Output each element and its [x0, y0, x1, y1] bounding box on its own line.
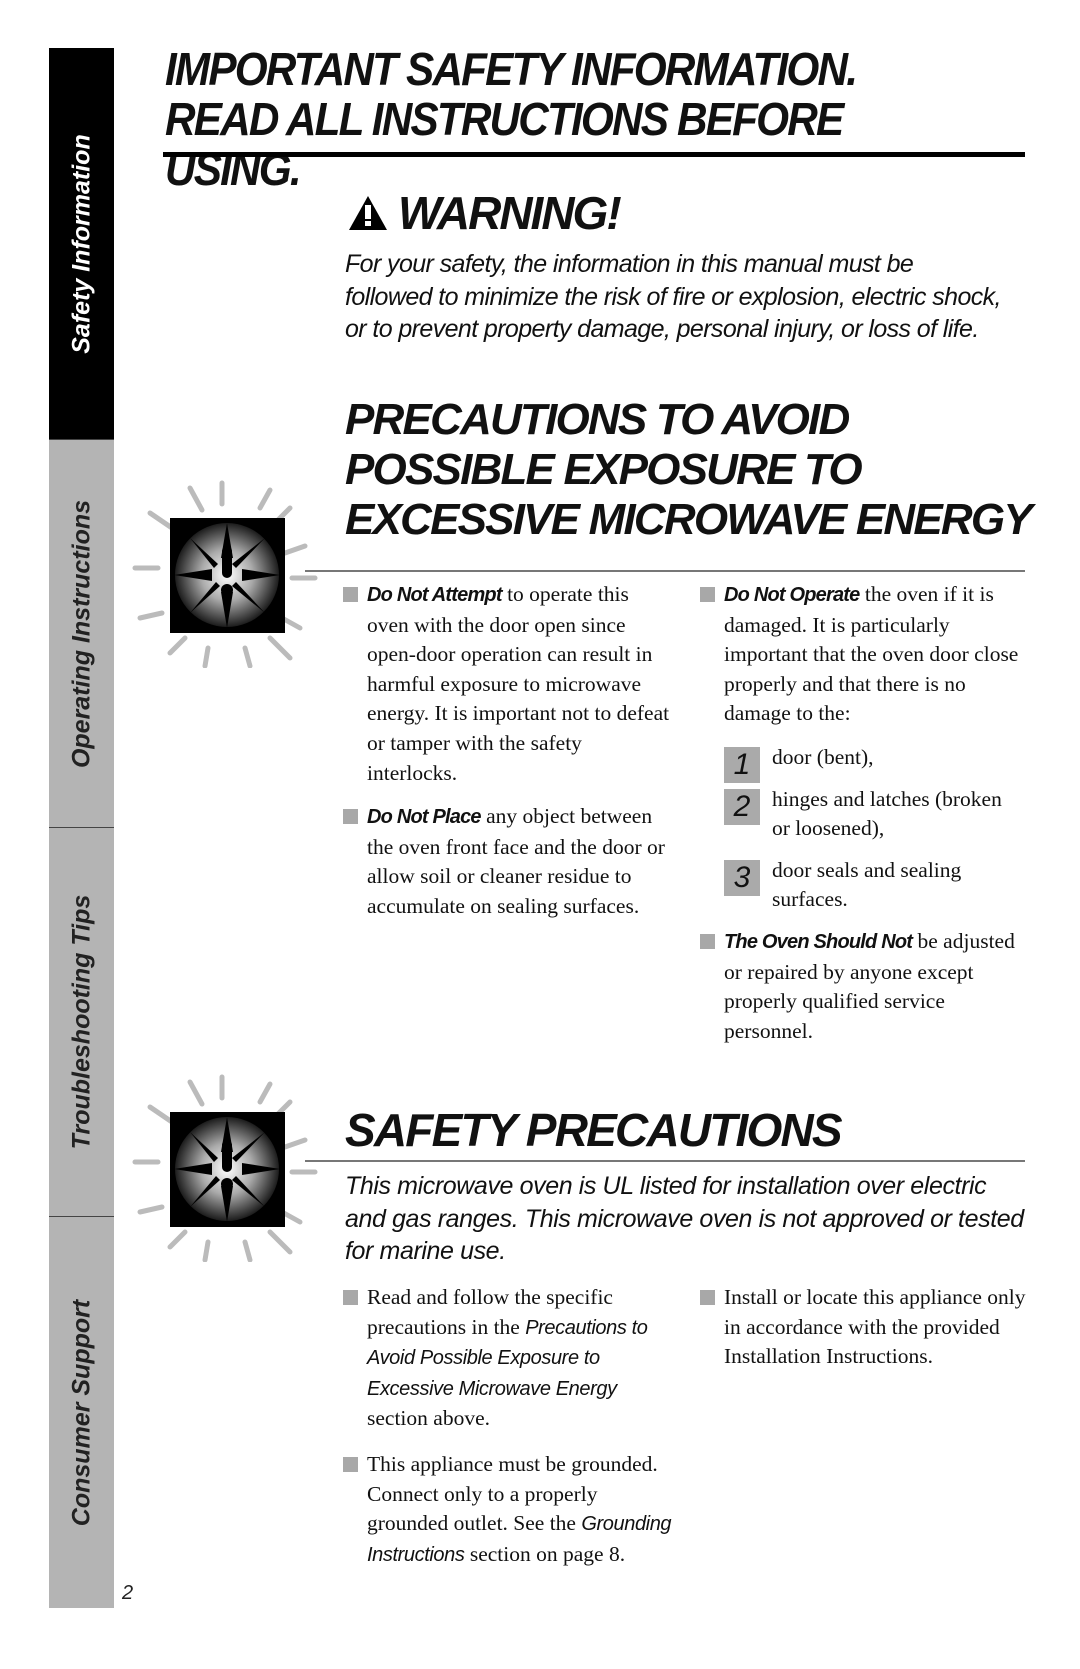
page-number: 2: [122, 1582, 134, 1604]
damage-list-item: 1 door (bent),: [724, 743, 1025, 783]
page-title: IMPORTANT SAFETY INFORMATION. READ ALL I…: [165, 44, 956, 194]
tab-consumer-support[interactable]: Consumer Support: [49, 1216, 114, 1608]
precautions-left-column: Do Not Attempt to operate this oven with…: [343, 580, 673, 936]
safety-item: Read and follow the specific precautions…: [343, 1283, 673, 1434]
section-tabs: Safety Information Operating Instruction…: [49, 48, 114, 1608]
safety-intro: This microwave oven is UL listed for ins…: [345, 1172, 1024, 1265]
bullet-square-icon: [343, 1290, 358, 1305]
safety-rule: [305, 1160, 1025, 1162]
alert-burst-icon: [132, 480, 318, 668]
precaution-item: Do Not Operate the oven if it is damaged…: [700, 580, 1025, 729]
page-title-line1: IMPORTANT SAFETY INFORMATION.: [165, 43, 858, 95]
bullet-square-icon: [700, 587, 715, 602]
damage-list: 1 door (bent), 2 hinges and latches (bro…: [700, 743, 1025, 915]
bullet-square-icon: [700, 1290, 715, 1305]
safety-right-column: Install or locate this appliance only in…: [700, 1283, 1030, 1386]
tab-troubleshooting-tips[interactable]: Troubleshooting Tips: [49, 827, 114, 1216]
safety-item: Install or locate this appliance only in…: [700, 1283, 1030, 1372]
precaution-item: The Oven Should Not be adjusted or repai…: [700, 927, 1025, 1046]
alert-burst-icon: [132, 1074, 318, 1262]
warning-text: For your safety, the information in this…: [345, 250, 1002, 343]
page-title-line2: READ ALL INSTRUCTIONS BEFORE USING.: [165, 93, 844, 195]
safety-heading: SAFETY PRECAUTIONS: [345, 1104, 843, 1156]
number-badge: 2: [724, 788, 760, 825]
number-badge: 3: [724, 859, 760, 896]
precautions-right-column: Do Not Operate the oven if it is damaged…: [700, 580, 1025, 1060]
safety-left-column: Read and follow the specific precautions…: [343, 1283, 673, 1584]
bullet-square-icon: [700, 933, 715, 949]
precaution-item: Do Not Attempt to operate this oven with…: [343, 580, 673, 788]
warning-title: WARNING!: [398, 187, 622, 239]
bullet-square-icon: [343, 1456, 358, 1472]
tab-operating-instructions[interactable]: Operating Instructions: [49, 439, 114, 827]
header-rule: [163, 152, 1025, 157]
safety-item: This appliance must be grounded. Connect…: [343, 1450, 673, 1570]
bullet-square-icon: [343, 587, 358, 602]
precautions-rule: [305, 570, 1025, 572]
number-badge: 1: [724, 746, 760, 783]
warning-heading: WARNING!: [348, 186, 622, 240]
precautions-heading: PRECAUTIONS TO AVOID POSSIBLE EXPOSURE T…: [345, 395, 1033, 544]
tab-safety-information[interactable]: Safety Information: [49, 48, 114, 439]
damage-list-item: 2 hinges and latches (broken or loosened…: [724, 785, 1025, 844]
warning-triangle-icon: [349, 196, 387, 230]
bullet-square-icon: [343, 809, 358, 825]
damage-list-item: 3 door seals and sealing surfaces.: [724, 856, 1025, 915]
precaution-item: Do Not Place any object between the oven…: [343, 802, 673, 921]
